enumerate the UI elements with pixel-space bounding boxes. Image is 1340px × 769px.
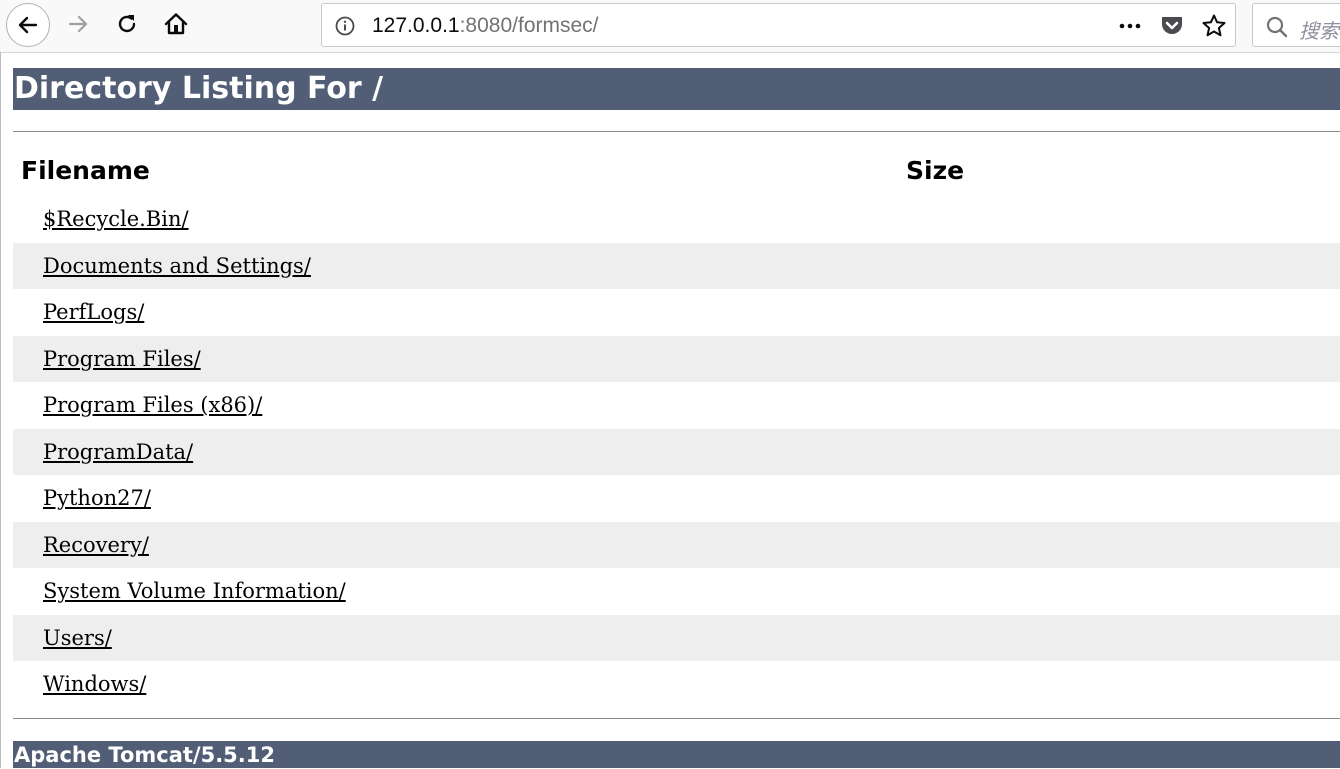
back-button[interactable] xyxy=(6,3,50,47)
divider-top xyxy=(13,131,1340,132)
reload-icon xyxy=(118,15,136,33)
file-row: Program Files (x86)/ xyxy=(13,382,1340,429)
file-row: System Volume Information/ xyxy=(13,568,1340,615)
pocket-button[interactable] xyxy=(1159,13,1185,39)
url-path: :8080/formsec/ xyxy=(459,14,599,37)
search-placeholder: 搜索 xyxy=(1299,19,1339,43)
star-icon xyxy=(1202,14,1226,37)
file-row: Windows/ xyxy=(13,661,1340,708)
file-link-users[interactable]: Users/ xyxy=(43,625,112,651)
file-link-program-files-x86[interactable]: Program Files (x86)/ xyxy=(43,392,262,418)
file-link-documents-and-settings[interactable]: Documents and Settings/ xyxy=(43,253,311,279)
file-row: Documents and Settings/ xyxy=(13,242,1340,289)
info-icon[interactable] xyxy=(334,15,356,37)
file-link-recycle-bin[interactable]: $Recycle.Bin/ xyxy=(43,206,189,232)
file-row: ProgramData/ xyxy=(13,428,1340,475)
file-link-python27[interactable]: Python27/ xyxy=(43,485,151,511)
file-link-programdata[interactable]: ProgramData/ xyxy=(43,439,193,465)
browser-toolbar: 127.0.0.1:8080/formsec/ 搜索 xyxy=(0,0,1340,53)
url-host: 127.0.0.1 xyxy=(372,14,460,37)
file-row: Python27/ xyxy=(13,475,1340,522)
page-left-border xyxy=(0,52,1,768)
reload-button[interactable] xyxy=(107,4,147,44)
bookmark-star-button[interactable] xyxy=(1201,13,1227,39)
page-actions-button[interactable] xyxy=(1117,13,1143,39)
page-title: Directory Listing For / xyxy=(13,68,1340,110)
file-row: $Recycle.Bin/ xyxy=(13,196,1340,243)
file-link-windows[interactable]: Windows/ xyxy=(43,671,146,697)
file-link-system-volume-information[interactable]: System Volume Information/ xyxy=(43,578,346,604)
file-row: Program Files/ xyxy=(13,335,1340,382)
column-header-size: Size xyxy=(906,156,965,185)
forward-button[interactable] xyxy=(58,4,98,44)
url-bar[interactable]: 127.0.0.1:8080/formsec/ xyxy=(321,3,1236,47)
divider-bottom xyxy=(13,718,1340,719)
search-bar[interactable]: 搜索 xyxy=(1252,3,1340,47)
file-row: Recovery/ xyxy=(13,521,1340,568)
file-list: $Recycle.Bin/ Documents and Settings/ Pe… xyxy=(13,196,1340,708)
file-link-perflogs[interactable]: PerfLogs/ xyxy=(43,299,144,325)
forward-arrow-icon xyxy=(68,15,88,33)
home-icon xyxy=(164,13,188,35)
file-link-recovery[interactable]: Recovery/ xyxy=(43,532,149,558)
more-icon xyxy=(1119,23,1141,29)
url-text[interactable]: 127.0.0.1:8080/formsec/ xyxy=(372,14,599,38)
pocket-icon xyxy=(1162,17,1182,34)
file-link-program-files[interactable]: Program Files/ xyxy=(43,346,201,372)
search-icon xyxy=(1266,16,1288,38)
home-button[interactable] xyxy=(156,4,196,44)
column-header-filename: Filename xyxy=(21,156,150,185)
back-arrow-icon xyxy=(18,16,38,34)
file-row: Users/ xyxy=(13,614,1340,661)
file-row: PerfLogs/ xyxy=(13,289,1340,336)
server-footer: Apache Tomcat/5.5.12 xyxy=(13,741,1340,768)
